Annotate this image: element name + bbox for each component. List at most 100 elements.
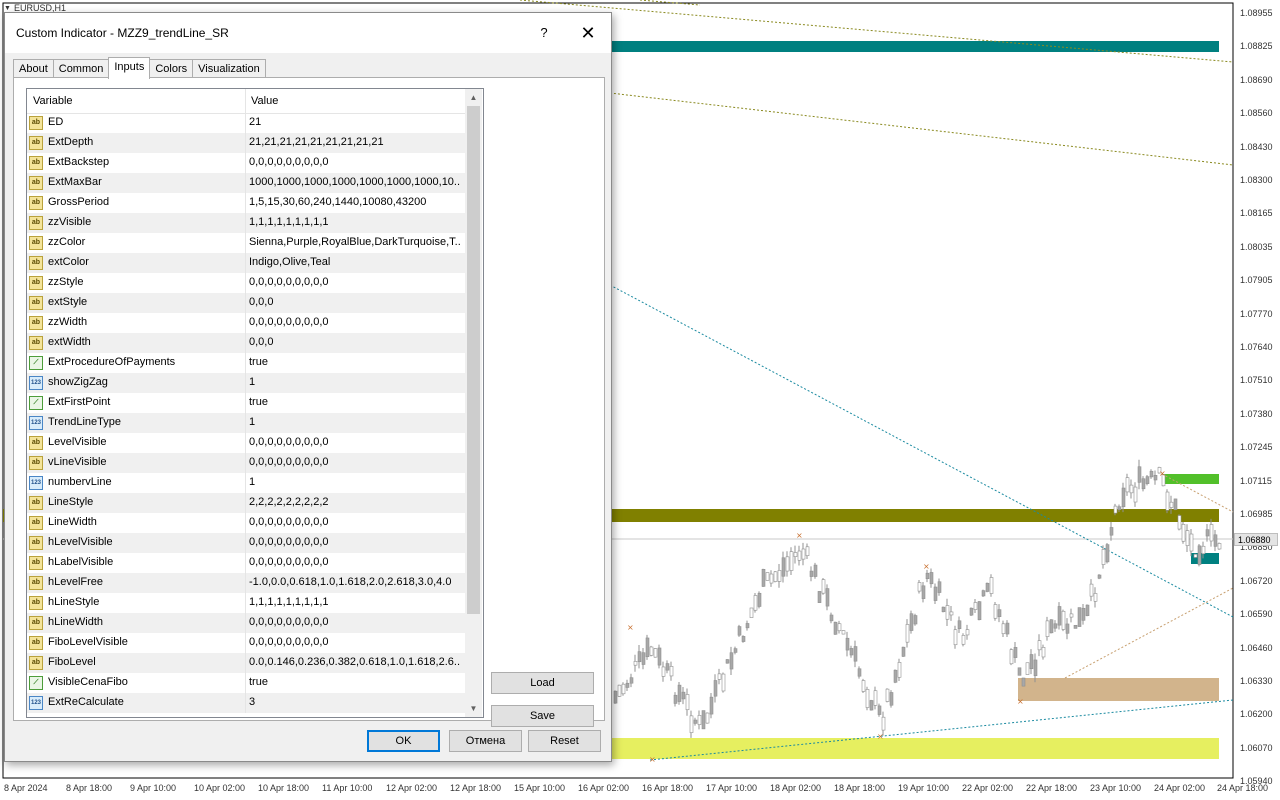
candle-body (625, 682, 630, 688)
load-button[interactable]: Load (491, 672, 594, 694)
help-button[interactable]: ? (529, 21, 559, 45)
param-row-hLevelFree[interactable]: ab hLevelFree -1.0,0.0,0.618,1.0,1.618,2.0… (27, 573, 465, 593)
param-value[interactable]: 0.0,0.146,0.236,0.382,0.618,1.0,1.618,2.… (249, 656, 461, 668)
param-row-hLineStyle[interactable]: ab hLineStyle 1,1,1,1,1,1,1,1,1 (27, 593, 465, 613)
save-button[interactable]: Save (491, 705, 594, 727)
candle-body (725, 659, 730, 664)
param-row-showZigZag[interactable]: 123 showZigZag 1 (27, 373, 465, 393)
param-row-LineWidth[interactable]: ab LineWidth 0,0,0,0,0,0,0,0,0 (27, 513, 465, 533)
param-value[interactable]: 0,0,0,0,0,0,0,0,0 (249, 456, 461, 468)
candle-body (793, 552, 798, 557)
param-row-extColor[interactable]: ab extColor Indigo,Olive,Teal (27, 253, 465, 273)
param-row-hLineWidth[interactable]: ab hLineWidth 0,0,0,0,0,0,0,0,0 (27, 613, 465, 633)
param-value[interactable]: 21 (249, 116, 461, 128)
string-param-icon: ab (29, 656, 43, 670)
row-divider (245, 613, 246, 633)
param-row-TrendLineType[interactable]: 123 TrendLineType 1 (27, 413, 465, 433)
param-row-LineStyle[interactable]: ab LineStyle 2,2,2,2,2,2,2,2,2 (27, 493, 465, 513)
param-value[interactable]: Sienna,Purple,RoyalBlue,DarkTurquoise,T.… (249, 236, 461, 248)
param-row-ExtDepth[interactable]: ab ExtDepth 21,21,21,21,21,21,21,21,21 (27, 133, 465, 153)
param-row-zzColor[interactable]: ab zzColor Sienna,Purple,RoyalBlue,DarkTur… (27, 233, 465, 253)
param-value[interactable]: 0,0,0,0,0,0,0,0,0 (249, 436, 461, 448)
candle-body (1205, 529, 1210, 537)
column-header-value[interactable]: Value (251, 95, 278, 107)
param-value[interactable]: 0,0,0,0,0,0,0,0,0 (249, 556, 461, 568)
param-row-ExtBackstep[interactable]: ab ExtBackstep 0,0,0,0,0,0,0,0,0 (27, 153, 465, 173)
param-row-zzWidth[interactable]: ab zzWidth 0,0,0,0,0,0,0,0,0 (27, 313, 465, 333)
param-row-ExtFirstPoint[interactable]: ⟋ ExtFirstPoint true (27, 393, 465, 413)
zigzag-point-icon: × (1159, 469, 1166, 478)
param-value[interactable]: 21,21,21,21,21,21,21,21,21 (249, 136, 461, 148)
string-param-icon: ab (29, 316, 43, 330)
param-row-vLineVisible[interactable]: ab vLineVisible 0,0,0,0,0,0,0,0,0 (27, 453, 465, 473)
param-row-ED[interactable]: ab ED 21 (27, 113, 465, 133)
price-tick-label: 1.07510 (1240, 375, 1273, 386)
close-icon[interactable]: ✕ (571, 21, 605, 45)
param-row-GrossPeriod[interactable]: ab GrossPeriod 1,5,15,30,60,240,1440,10080… (27, 193, 465, 213)
param-value[interactable]: true (249, 676, 461, 688)
param-value[interactable]: 1,1,1,1,1,1,1,1,1 (249, 596, 461, 608)
param-value[interactable]: 0,0,0 (249, 336, 461, 348)
param-row-ExtReCalculate[interactable]: 123 ExtReCalculate 3 (27, 693, 465, 713)
candle-body (873, 690, 878, 706)
candle-body (901, 646, 906, 657)
reset-button[interactable]: Reset (528, 730, 601, 752)
tab-about[interactable]: About (13, 59, 54, 78)
candle-body (961, 635, 966, 645)
grid-scrollbar[interactable]: ▲ ▼ (465, 89, 482, 717)
cancel-button[interactable]: Отмена (449, 730, 522, 752)
param-value[interactable]: 0,0,0 (249, 296, 461, 308)
param-row-FiboLevel[interactable]: ab FiboLevel 0.0,0.146,0.236,0.382,0.618,1… (27, 653, 465, 673)
scroll-thumb[interactable] (467, 106, 480, 614)
column-divider[interactable] (245, 89, 246, 113)
param-value[interactable]: true (249, 396, 461, 408)
param-row-ExtProcedureOfPayments[interactable]: ⟋ ExtProcedureOfPayments true (27, 353, 465, 373)
param-row-FiboLevelVisible[interactable]: ab FiboLevelVisible 0,0,0,0,0,0,0,0,0 (27, 633, 465, 653)
time-tick-label: 24 Apr 02:00 (1154, 783, 1206, 793)
param-row-zzVisible[interactable]: ab zzVisible 1,1,1,1,1,1,1,1,1 (27, 213, 465, 233)
param-row-VisibleCenaFibo[interactable]: ⟋ VisibleCenaFibo true (27, 673, 465, 693)
dialog-titlebar[interactable]: Custom Indicator - MZZ9_trendLine_SR ? ✕ (5, 13, 611, 53)
candle-body (637, 651, 642, 663)
param-value[interactable]: 1000,1000,1000,1000,1000,1000,1000,10... (249, 176, 461, 188)
param-value[interactable]: 0,0,0,0,0,0,0,0,0 (249, 616, 461, 628)
scroll-down-icon[interactable]: ▼ (465, 700, 482, 717)
param-value[interactable]: 1 (249, 376, 461, 388)
param-value[interactable]: 0,0,0,0,0,0,0,0,0 (249, 276, 461, 288)
param-value[interactable]: 2,2,2,2,2,2,2,2,2 (249, 496, 461, 508)
scroll-up-icon[interactable]: ▲ (465, 89, 482, 106)
param-row-hLevelVisible[interactable]: ab hLevelVisible 0,0,0,0,0,0,0,0,0 (27, 533, 465, 553)
param-value[interactable]: 3 (249, 696, 461, 708)
param-row-zzStyle[interactable]: ab zzStyle 0,0,0,0,0,0,0,0,0 (27, 273, 465, 293)
candle-body (757, 592, 762, 607)
string-param-icon: ab (29, 456, 43, 470)
tab-visualization[interactable]: Visualization (192, 59, 266, 78)
param-row-LevelVisible[interactable]: ab LevelVisible 0,0,0,0,0,0,0,0,0 (27, 433, 465, 453)
candle-body (633, 661, 638, 666)
param-row-ExtMaxBar[interactable]: ab ExtMaxBar 1000,1000,1000,1000,1000,1000… (27, 173, 465, 193)
param-value[interactable]: 1,5,15,30,60,240,1440,10080,43200 (249, 196, 461, 208)
param-value[interactable]: 0,0,0,0,0,0,0,0,0 (249, 316, 461, 328)
param-value[interactable]: 1 (249, 476, 461, 488)
param-value[interactable]: 0,0,0,0,0,0,0,0,0 (249, 536, 461, 548)
param-value[interactable]: -1.0,0.0,0.618,1.0,1.618,2.0,2.618,3.0,4… (249, 576, 461, 588)
tab-colors[interactable]: Colors (149, 59, 194, 78)
param-row-hLabelVisible[interactable]: ab hLabelVisible 0,0,0,0,0,0,0,0,0 (27, 553, 465, 573)
param-value[interactable]: 0,0,0,0,0,0,0,0,0 (249, 516, 461, 528)
param-value[interactable]: 1 (249, 416, 461, 428)
param-value[interactable]: 0,0,0,0,0,0,0,0,0 (249, 636, 461, 648)
param-value[interactable]: true (249, 356, 461, 368)
param-row-extStyle[interactable]: ab extStyle 0,0,0 (27, 293, 465, 313)
tab-inputs[interactable]: Inputs (108, 57, 151, 79)
param-row-numbervLine[interactable]: 123 numbervLine 1 (27, 473, 465, 493)
ok-button[interactable]: OK (367, 730, 440, 752)
column-header-variable[interactable]: Variable (33, 95, 73, 107)
candle-body (981, 590, 986, 597)
param-value[interactable]: Indigo,Olive,Teal (249, 256, 461, 268)
tab-common[interactable]: Common (52, 59, 110, 78)
chart-menu-icon[interactable]: ▼ (4, 5, 11, 12)
param-value[interactable]: 0,0,0,0,0,0,0,0,0 (249, 156, 461, 168)
param-value[interactable]: 1,1,1,1,1,1,1,1,1 (249, 216, 461, 228)
param-name: hLabelVisible (48, 556, 114, 568)
param-row-extWidth[interactable]: ab extWidth 0,0,0 (27, 333, 465, 353)
